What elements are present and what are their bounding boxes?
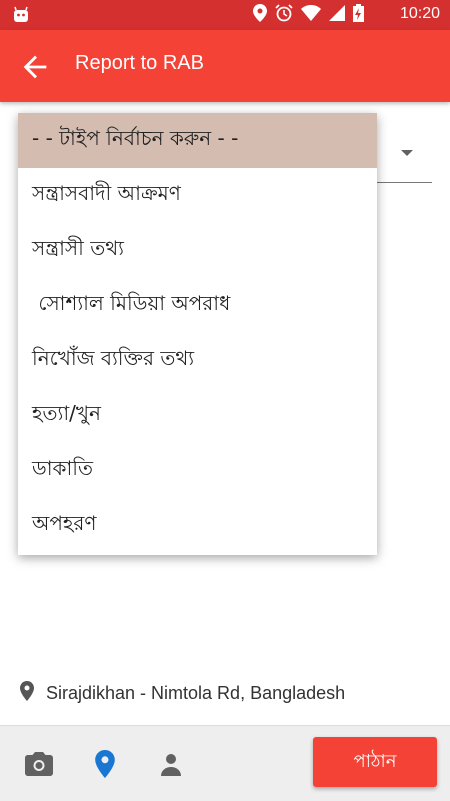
location-row: Sirajdikhan - Nimtola Rd, Bangladesh <box>20 680 345 706</box>
type-dropdown-menu: - - টাইপ নির্বাচন করুন - - সন্ত্রাসবাদী … <box>18 113 377 555</box>
android-icon <box>12 6 30 24</box>
dropdown-option-terror-attack[interactable]: সন্ত্রাসবাদী আক্রমণ <box>18 168 377 223</box>
dropdown-option-placeholder[interactable]: - - টাইপ নির্বাচন করুন - - <box>18 113 377 168</box>
dropdown-option-murder[interactable]: হত্যা/খুন <box>18 388 377 443</box>
status-bar: 10:20 <box>0 0 450 30</box>
send-button[interactable]: পাঠান <box>313 737 437 787</box>
dropdown-option-social-media-crime[interactable]: সোশ্যাল মিডিয়া অপরাধ <box>18 278 377 333</box>
dropdown-option-kidnapping[interactable]: অপহরণ <box>18 498 377 553</box>
person-icon[interactable] <box>156 749 186 779</box>
app-bar: Report to RAB <box>0 30 450 102</box>
location-pin-icon[interactable] <box>90 749 120 779</box>
status-time: 10:20 <box>399 5 440 22</box>
dropdown-option-terrorist-info[interactable]: সন্ত্রাসী তথ্য <box>18 223 377 278</box>
dropdown-option-missing-person[interactable]: নিখোঁজ ব্যক্তির তথ্য <box>18 333 377 388</box>
wifi-icon <box>301 5 321 25</box>
camera-icon[interactable] <box>24 749 54 779</box>
battery-charging-icon <box>353 4 364 26</box>
location-icon <box>253 4 267 26</box>
dropdown-caret-icon[interactable] <box>401 150 413 156</box>
page-title: Report to RAB <box>75 52 204 74</box>
alarm-icon <box>275 4 293 26</box>
signal-icon <box>329 5 345 25</box>
dropdown-option-robbery[interactable]: ডাকাতি <box>18 443 377 498</box>
location-text: Sirajdikhan - Nimtola Rd, Bangladesh <box>46 682 346 703</box>
location-pin-icon <box>20 681 38 705</box>
back-arrow-icon[interactable] <box>18 50 52 84</box>
